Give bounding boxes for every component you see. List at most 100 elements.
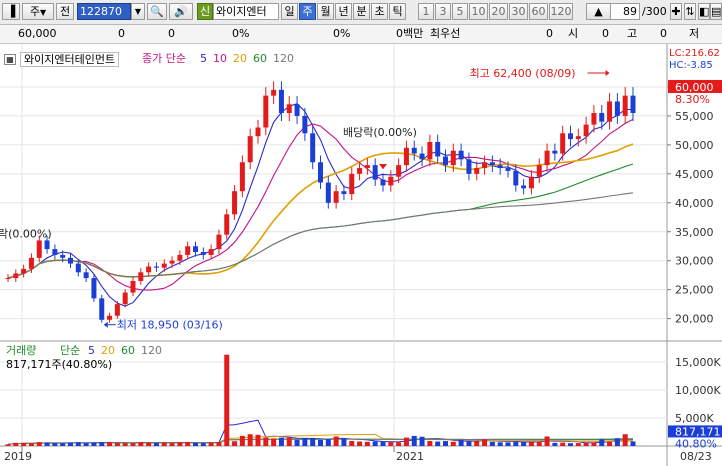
code-dropdown-icon[interactable]: ▼ bbox=[131, 3, 145, 20]
tab-period-1[interactable]: 주 bbox=[299, 3, 316, 20]
candle-body bbox=[544, 150, 550, 166]
chart-menu-icon[interactable]: ▐ bbox=[2, 3, 20, 20]
info-open: 0 bbox=[602, 27, 609, 40]
candle-body bbox=[21, 268, 27, 274]
price-tick-label: 55,000 bbox=[675, 110, 714, 123]
info-high: 0 bbox=[660, 27, 667, 40]
toolbar: ▐ 주▼ 전 122870 ▼ 🔍 🔊 신 와이지엔터 일주월년분초틱 1351… bbox=[0, 0, 722, 25]
candle-body bbox=[435, 141, 441, 157]
candle-body bbox=[341, 191, 347, 195]
volume-bar bbox=[489, 441, 495, 446]
candle-body bbox=[372, 165, 378, 180]
volume-bar bbox=[91, 442, 97, 446]
candle-body bbox=[216, 234, 222, 250]
tab-period-4[interactable]: 분 bbox=[353, 3, 370, 20]
interval-button-120[interactable]: 120 bbox=[549, 3, 573, 20]
candle-body bbox=[466, 159, 472, 174]
high-price-annotation: 최고 62,400 (08/09) bbox=[470, 67, 576, 80]
volume-bar bbox=[443, 441, 448, 446]
volume-bar bbox=[21, 442, 27, 446]
interval-button-10[interactable]: 10 bbox=[469, 3, 488, 20]
info-label-low: 저 bbox=[689, 27, 700, 40]
tab-period-2[interactable]: 월 bbox=[317, 3, 334, 20]
interval-button-60[interactable]: 60 bbox=[529, 3, 548, 20]
tab-period-5[interactable]: 초 bbox=[371, 3, 388, 20]
candle-body bbox=[83, 272, 89, 279]
candle-body bbox=[208, 249, 214, 255]
stock-code-input[interactable]: 122870 bbox=[77, 3, 131, 20]
candle-body bbox=[146, 266, 152, 273]
volume-bar bbox=[177, 442, 183, 446]
candle-body bbox=[568, 133, 573, 140]
volume-readout: 817,171주(40.80%) bbox=[6, 358, 113, 371]
price-info-bar: 60,000 0 0 0% 0% 0백만 최우선 0 시 0 고 0 저 bbox=[0, 25, 722, 44]
market-select[interactable]: 주▼ bbox=[22, 3, 54, 20]
volume-bar bbox=[568, 443, 573, 446]
x-axis-label-2021: 2021 bbox=[396, 450, 424, 463]
candle-body bbox=[91, 278, 97, 299]
search-icon[interactable]: 🔍 bbox=[147, 3, 167, 20]
candle-body bbox=[200, 252, 206, 255]
volume-bar bbox=[286, 437, 292, 446]
volume-bar bbox=[310, 438, 316, 446]
candle-body bbox=[497, 165, 503, 169]
candle-body bbox=[255, 127, 261, 137]
credit-badge: 신 bbox=[197, 3, 213, 20]
price-tick-label: 35,000 bbox=[675, 226, 714, 239]
legend-stock-name: 와이지엔터테인먼트 bbox=[20, 52, 120, 67]
volume-title: 거래량 bbox=[6, 344, 37, 357]
interval-button-1[interactable]: 1 bbox=[418, 3, 434, 20]
lc-label: LC:216.62 bbox=[669, 48, 720, 59]
info-amount: 0백만 bbox=[396, 27, 424, 40]
volume-bar bbox=[607, 441, 613, 446]
period-button[interactable]: 전 bbox=[56, 3, 74, 20]
page-stepper-icon[interactable]: ▲ bbox=[586, 3, 610, 20]
candle-body bbox=[599, 113, 605, 122]
crosshair-icon[interactable]: ✚ bbox=[670, 3, 682, 20]
x-axis-label-2019: 2019 bbox=[4, 450, 32, 463]
dividend-annotation-left: 락(0.00%) bbox=[0, 228, 52, 241]
price-chart[interactable]: 55,000 50,000 45,000 40,000 35,000 30,000 25,0… bbox=[0, 44, 722, 466]
volume-bar bbox=[13, 442, 19, 446]
interval-button-30[interactable]: 30 bbox=[509, 3, 528, 20]
candle-body bbox=[403, 147, 409, 166]
volume-bar bbox=[560, 442, 566, 446]
volume-bar bbox=[271, 438, 277, 446]
interval-button-5[interactable]: 5 bbox=[452, 3, 468, 20]
volume-legend-ma-20: 20 bbox=[101, 344, 115, 357]
candle-body bbox=[630, 95, 636, 114]
volume-bar bbox=[68, 442, 73, 446]
interval-button-20[interactable]: 20 bbox=[489, 3, 508, 20]
volume-bar bbox=[239, 435, 245, 446]
volume-bar bbox=[575, 443, 581, 446]
candle-body bbox=[357, 168, 363, 174]
info-bid: 0 bbox=[546, 27, 553, 40]
candle-body bbox=[232, 191, 238, 215]
volume-bar bbox=[552, 442, 558, 446]
current-volume-pct: 40.80% bbox=[675, 437, 717, 450]
tab-period-3[interactable]: 년 bbox=[335, 3, 352, 20]
info-label-high: 고 bbox=[627, 27, 638, 40]
candle-body bbox=[450, 150, 456, 166]
volume-bar bbox=[450, 441, 456, 446]
candle-body bbox=[614, 101, 620, 116]
list-icon[interactable]: ▤ bbox=[710, 3, 722, 20]
tab-period-6[interactable]: 틱 bbox=[389, 3, 406, 20]
price-tick-label: 50,000 bbox=[675, 139, 714, 152]
chart-settings-icon[interactable]: ▦ bbox=[4, 52, 16, 65]
volume-bar bbox=[5, 444, 11, 446]
candle-body bbox=[443, 156, 448, 166]
candle-body bbox=[505, 168, 511, 171]
candle-body bbox=[607, 101, 613, 122]
speaker-icon[interactable]: 🔊 bbox=[169, 3, 193, 20]
page-number-input[interactable]: 89 bbox=[610, 3, 640, 20]
volume-bar bbox=[75, 442, 81, 446]
panel-icon[interactable]: ◧ bbox=[698, 3, 710, 20]
sort-icon[interactable]: ⇅ bbox=[684, 3, 696, 20]
tab-period-0[interactable]: 일 bbox=[281, 3, 298, 20]
volume-bar bbox=[388, 442, 394, 446]
candle-body bbox=[278, 89, 284, 114]
interval-button-3[interactable]: 3 bbox=[435, 3, 451, 20]
candle-body bbox=[286, 104, 292, 114]
current-price-pct: 8.30% bbox=[675, 93, 710, 106]
